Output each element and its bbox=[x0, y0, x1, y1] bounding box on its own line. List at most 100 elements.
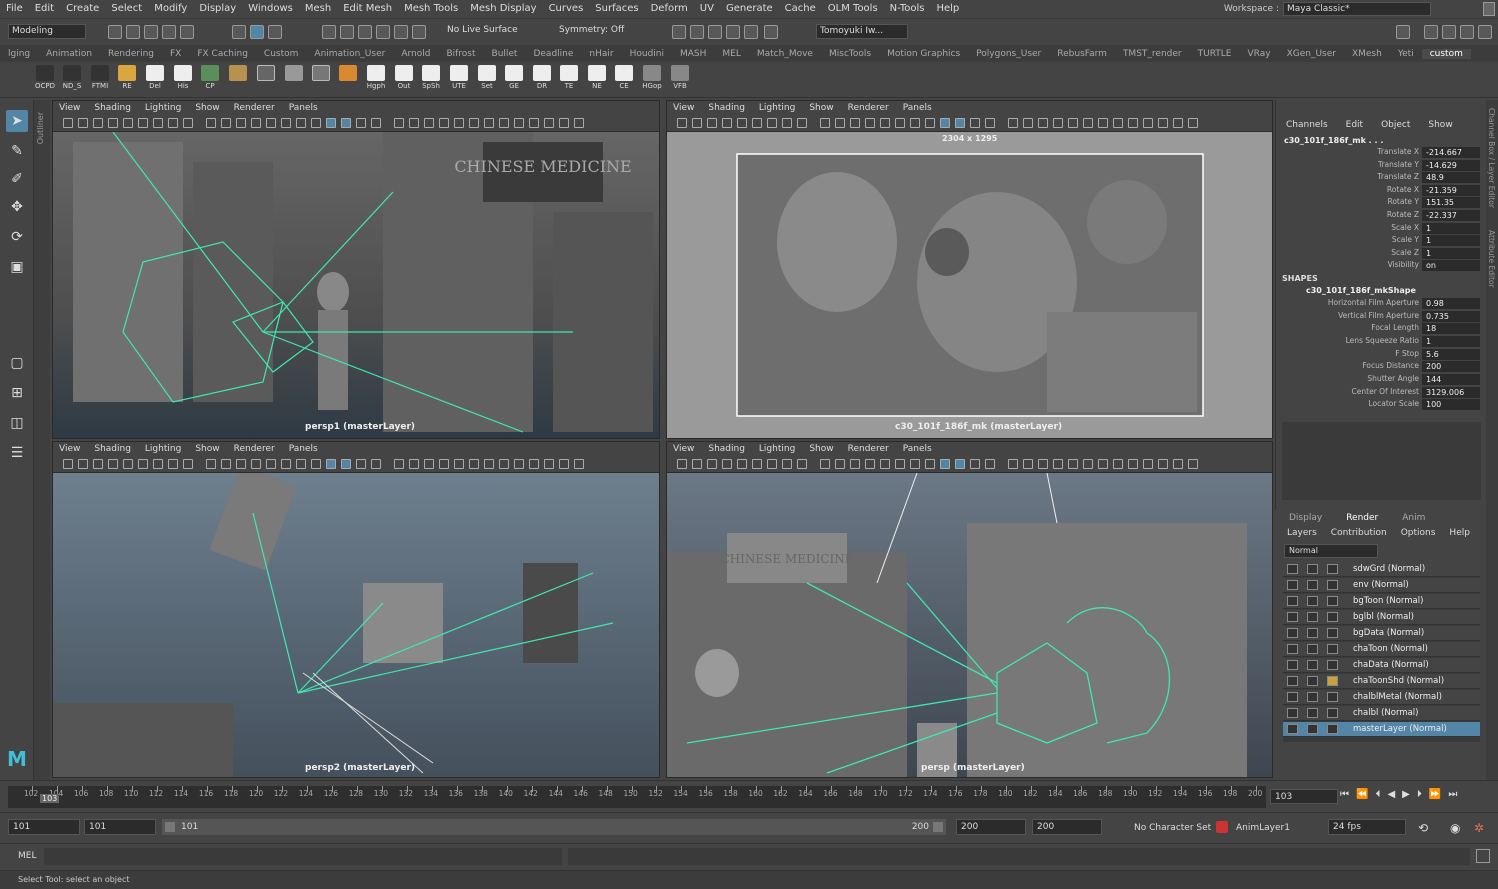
vp-menu-renderer[interactable]: Renderer bbox=[848, 103, 889, 113]
shelf-button-nds[interactable]: ND_S bbox=[61, 65, 83, 95]
viewport-tool-icon[interactable] bbox=[454, 118, 464, 128]
step-back-frame-icon[interactable]: ⏴ bbox=[1375, 789, 1380, 803]
recycle-toggle[interactable] bbox=[1307, 628, 1318, 638]
viewport-tool-icon[interactable] bbox=[281, 459, 291, 469]
range-handle-end[interactable] bbox=[933, 822, 943, 832]
menu-mesh-display[interactable]: Mesh Display bbox=[464, 3, 542, 14]
range-handle-start[interactable] bbox=[165, 822, 175, 832]
shelf-tab[interactable]: lging bbox=[0, 49, 38, 59]
playback-start-field[interactable]: 101 bbox=[84, 819, 156, 835]
viewport-tool-icon[interactable] bbox=[1173, 459, 1183, 469]
ipr-render-icon[interactable] bbox=[708, 25, 722, 39]
render-setup-icon[interactable] bbox=[1327, 564, 1338, 574]
vp-menu-shading[interactable]: Shading bbox=[708, 444, 745, 454]
workspace-dropdown[interactable]: Maya Classic* bbox=[1283, 1, 1431, 16]
viewport-tool-icon[interactable] bbox=[797, 118, 807, 128]
shelf-tab[interactable]: MEL bbox=[714, 49, 748, 59]
shelf-button-frame[interactable] bbox=[310, 65, 332, 95]
attribute-editor-icon[interactable] bbox=[1424, 25, 1438, 39]
open-scene-icon[interactable] bbox=[126, 25, 140, 39]
shelf-button-his[interactable]: His bbox=[172, 65, 194, 95]
viewport-tool-icon[interactable] bbox=[767, 118, 777, 128]
attr-row[interactable]: Horizontal Film Aperture 0.98 bbox=[1276, 298, 1481, 310]
viewport-tool-icon[interactable] bbox=[895, 118, 905, 128]
contribution-menu[interactable]: Contribution bbox=[1331, 528, 1387, 538]
viewport-tool-icon[interactable] bbox=[1053, 459, 1063, 469]
attr-row[interactable]: Rotate Z -22.337 bbox=[1276, 210, 1481, 222]
menu-edit[interactable]: Edit bbox=[29, 3, 60, 14]
viewport-scene[interactable]: CHINESE MEDICINE persp1 (masterLayer) bbox=[53, 131, 659, 438]
show-menu[interactable]: Show bbox=[1428, 120, 1452, 130]
shelf-button-grid[interactable] bbox=[255, 65, 277, 95]
viewport-tool-icon[interactable] bbox=[835, 118, 845, 128]
undo-icon[interactable] bbox=[162, 25, 176, 39]
viewport-tool-icon[interactable] bbox=[1128, 118, 1138, 128]
attr-row[interactable]: Rotate Y 151.35 bbox=[1276, 197, 1481, 209]
menu-curves[interactable]: Curves bbox=[543, 3, 590, 14]
menu-windows[interactable]: Windows bbox=[242, 3, 299, 14]
attr-value[interactable]: 151.35 bbox=[1422, 197, 1480, 208]
redo-icon[interactable] bbox=[180, 25, 194, 39]
viewport-tool-icon[interactable] bbox=[1128, 459, 1138, 469]
shelf-tab[interactable]: TMST_render bbox=[1115, 49, 1190, 59]
command-input[interactable] bbox=[44, 848, 562, 865]
user-account-dropdown[interactable]: Tomoyuki Iw... bbox=[816, 24, 908, 39]
viewport-tool-icon[interactable] bbox=[1158, 118, 1168, 128]
menu-olm-tools[interactable]: OLM Tools bbox=[822, 3, 884, 14]
current-frame-field[interactable]: 103 bbox=[1270, 789, 1338, 804]
menu-file[interactable]: File bbox=[0, 3, 29, 14]
tab-render[interactable]: Render bbox=[1346, 513, 1378, 523]
recycle-toggle[interactable] bbox=[1307, 692, 1318, 702]
attr-row[interactable]: Translate Y -14.629 bbox=[1276, 160, 1481, 172]
vp-menu-view[interactable]: View bbox=[673, 444, 694, 454]
viewport-tool-icon[interactable] bbox=[469, 459, 479, 469]
history-icon[interactable] bbox=[672, 25, 686, 39]
viewport-tool-icon[interactable] bbox=[737, 118, 747, 128]
attr-value[interactable]: -22.337 bbox=[1422, 210, 1480, 221]
attr-value[interactable]: 48.9 bbox=[1422, 172, 1480, 183]
render-setup-icon[interactable] bbox=[1327, 692, 1338, 702]
vp-menu-panels[interactable]: Panels bbox=[903, 444, 932, 454]
vp-menu-view[interactable]: View bbox=[59, 103, 80, 113]
anim-layer-label[interactable]: AnimLayer1 bbox=[1236, 823, 1290, 833]
attr-row[interactable]: Center Of Interest 3129.006 bbox=[1276, 387, 1481, 399]
viewport-tool-icon[interactable] bbox=[311, 118, 321, 128]
shelf-tab[interactable]: RebusFarm bbox=[1049, 49, 1115, 59]
viewport-tool-icon[interactable] bbox=[880, 118, 890, 128]
viewport-tool-icon[interactable] bbox=[153, 118, 163, 128]
attr-value[interactable]: 0.98 bbox=[1422, 298, 1480, 309]
viewport-tool-icon[interactable] bbox=[1083, 459, 1093, 469]
snap-grid-icon[interactable] bbox=[322, 25, 336, 39]
viewport-tool-icon[interactable] bbox=[782, 118, 792, 128]
attr-row[interactable]: Scale Y1 bbox=[1276, 235, 1481, 247]
attr-value[interactable]: 1 bbox=[1422, 235, 1480, 246]
snap-curve-icon[interactable] bbox=[340, 25, 354, 39]
snap-vertex-icon[interactable] bbox=[412, 25, 426, 39]
render-setup-icon[interactable] bbox=[1327, 612, 1338, 622]
viewport-tool-icon[interactable] bbox=[910, 459, 920, 469]
viewport-tool-icon[interactable] bbox=[1053, 118, 1063, 128]
viewport-tool-icon[interactable] bbox=[1038, 459, 1048, 469]
viewport-tool-icon[interactable] bbox=[296, 118, 306, 128]
viewport-tool-icon[interactable] bbox=[985, 118, 995, 128]
viewport-tool-icon[interactable] bbox=[1158, 459, 1168, 469]
viewport-tool-icon[interactable] bbox=[782, 459, 792, 469]
viewport-tool-icon[interactable] bbox=[356, 459, 366, 469]
shelf-button-spsh[interactable]: SpSh bbox=[420, 65, 442, 95]
shelf-button-te[interactable]: TE bbox=[558, 65, 580, 95]
menu-cache[interactable]: Cache bbox=[779, 3, 822, 14]
viewport-tool-icon[interactable] bbox=[326, 118, 336, 128]
shelf-button-ce[interactable]: CE bbox=[613, 65, 635, 95]
shelf-button-hgph[interactable]: Hgph bbox=[365, 65, 387, 95]
render-setup-icon[interactable] bbox=[1327, 644, 1338, 654]
shelf-button-ute[interactable]: UTE bbox=[448, 65, 470, 95]
shelf-tab[interactable]: MiscTools bbox=[821, 49, 879, 59]
vp-menu-view[interactable]: View bbox=[59, 444, 80, 454]
attr-row[interactable]: Visibility on bbox=[1276, 260, 1481, 272]
attr-value[interactable]: 3129.006 bbox=[1422, 387, 1480, 398]
attr-value[interactable]: 1 bbox=[1422, 336, 1480, 347]
recycle-toggle[interactable] bbox=[1307, 564, 1318, 574]
viewport-tool-icon[interactable] bbox=[63, 118, 73, 128]
vp-menu-lighting[interactable]: Lighting bbox=[145, 103, 181, 113]
attr-value[interactable]: 200 bbox=[1422, 361, 1480, 372]
